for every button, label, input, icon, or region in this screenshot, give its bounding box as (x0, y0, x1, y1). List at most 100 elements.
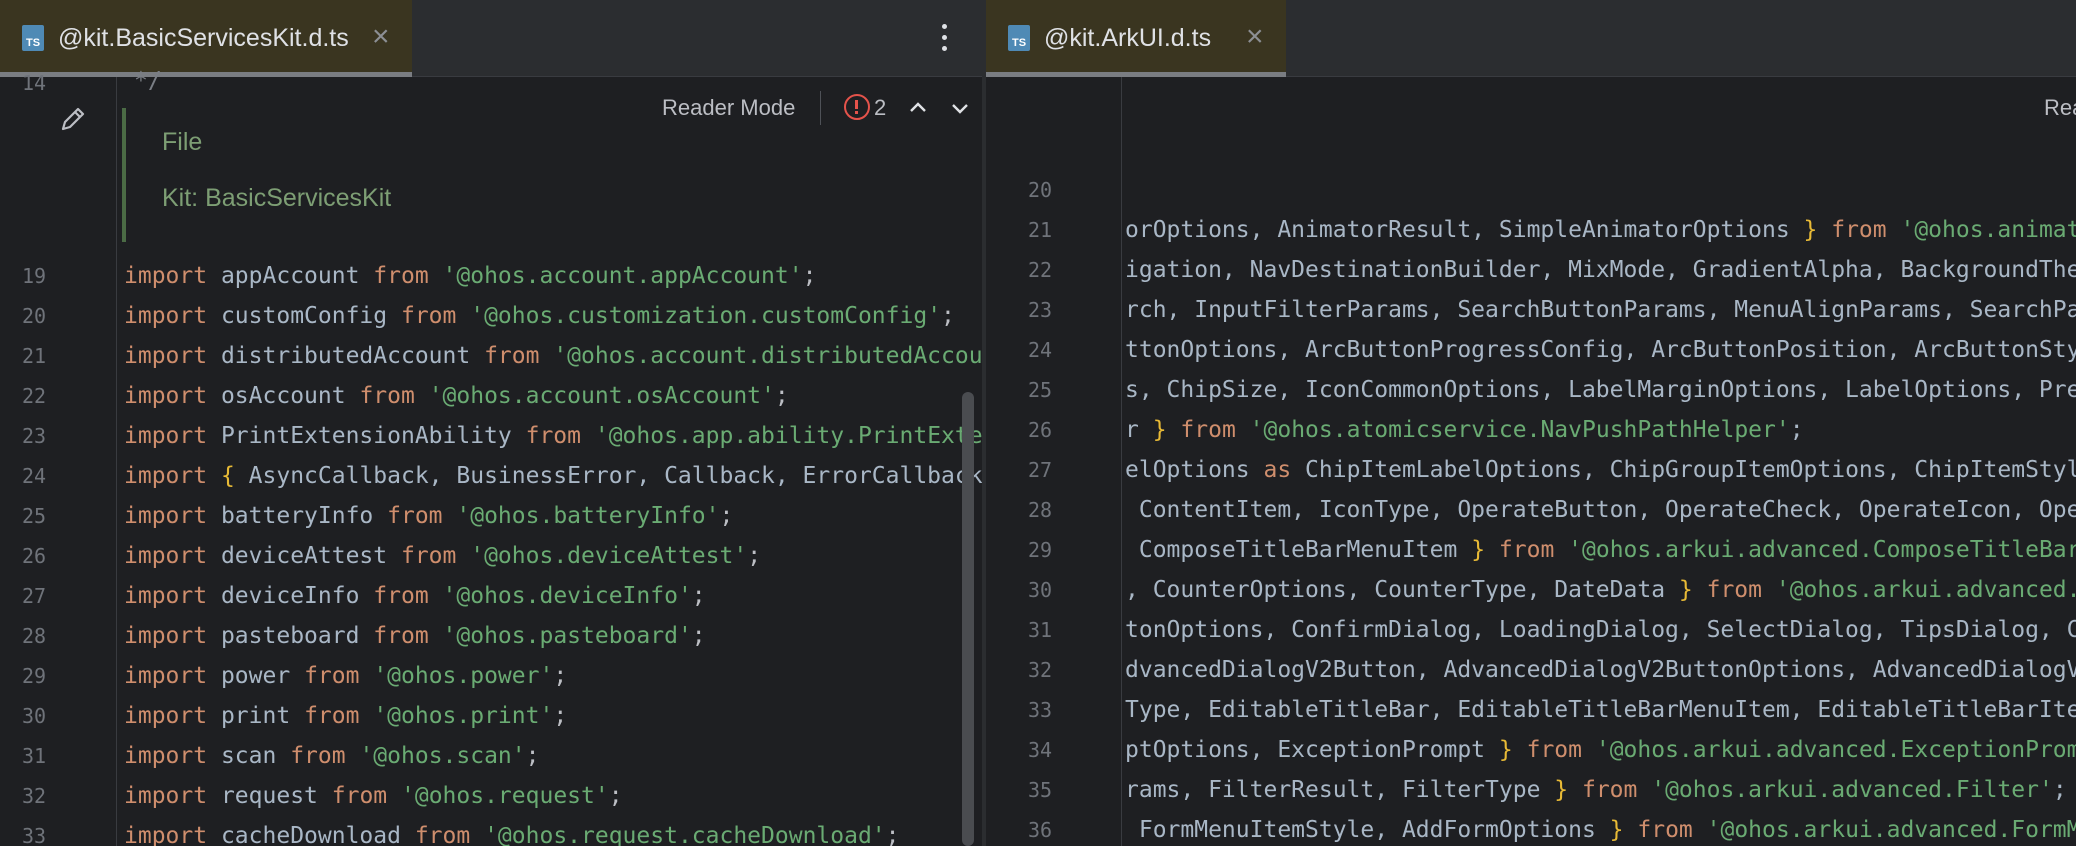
error-icon[interactable] (844, 94, 870, 120)
code-text[interactable]: import request from '@ohos.request'; (124, 776, 623, 816)
keyword-import: import (124, 343, 208, 369)
identifier: deviceInfo (220, 583, 360, 609)
code-text[interactable]: FormMenuItemStyle, AddFormOptions } from… (1125, 810, 2076, 846)
error-count[interactable]: 2 (874, 86, 886, 130)
module-string: '@ohos.print' (373, 703, 554, 729)
code-text[interactable]: s, ChipSize, IconCommonOptions, LabelMar… (1125, 370, 2076, 410)
line-number: 22 (22, 384, 47, 408)
module-string: '@ohos.account.osAccount' (428, 383, 775, 409)
keyword-from: from (525, 423, 581, 449)
code-text[interactable]: import print from '@ohos.print'; (124, 696, 567, 736)
code-text[interactable]: rams, FilterResult, FilterType } from '@… (1125, 770, 2067, 810)
module-string: '@ohos.power' (373, 663, 554, 689)
line-number: 25 (1028, 378, 1053, 402)
identifier: PrintExtensionAbility (220, 423, 512, 449)
code-text[interactable]: ComposeTitleBarMenuItem } from '@ohos.ar… (1125, 530, 2076, 570)
pencil-icon[interactable] (58, 104, 88, 134)
keyword-from: from (414, 823, 471, 846)
semicolon: ; (941, 303, 955, 329)
line-number: 32 (22, 784, 47, 808)
line-number: 31 (1028, 618, 1053, 642)
code-text[interactable]: r } from '@ohos.atomicservice.NavPushPat… (1125, 410, 1804, 450)
line-number: 21 (1028, 218, 1053, 242)
keyword-import: import (124, 743, 208, 769)
keyword-import: import (124, 823, 208, 846)
line-number: 27 (22, 584, 47, 608)
semicolon: ; (885, 823, 900, 846)
keyword-from: from (373, 263, 429, 289)
code-text[interactable]: , CounterOptions, CounterType, DateData … (1125, 570, 2076, 610)
line-number: 32 (1028, 658, 1053, 682)
svg-text:TS: TS (1012, 37, 1026, 49)
line-number: 24 (22, 464, 47, 488)
module-string: '@ohos.app.ability.PrintExtensio (594, 423, 982, 449)
code-text[interactable]: import osAccount from '@ohos.account.osA… (124, 376, 789, 416)
code-text[interactable]: import customConfig from '@ohos.customiz… (124, 296, 955, 336)
line-number: 27 (1028, 458, 1053, 482)
tab-basic-services-kit[interactable]: TS @kit.BasicServicesKit.d.ts × (0, 0, 412, 77)
code-text[interactable]: dvancedDialogV2Button, AdvancedDialogV2B… (1125, 650, 2076, 690)
semicolon: ; (719, 503, 734, 529)
keyword-from: from (373, 623, 429, 649)
gutter-divider (1121, 77, 1122, 846)
line-number: 33 (1028, 698, 1053, 722)
close-icon[interactable]: × (1246, 0, 1264, 74)
reader-mode-button[interactable]: Reader Mode (662, 86, 795, 130)
vertical-scrollbar[interactable] (962, 392, 974, 846)
identifier: print (220, 703, 291, 729)
line-number: 20 (22, 304, 47, 328)
code-text[interactable]: ptOptions, ExceptionPrompt } from '@ohos… (1125, 730, 2076, 770)
keyword-from: from (400, 303, 457, 329)
code-text[interactable]: ContentItem, IconType, OperateButton, Op… (1125, 490, 2076, 530)
code-text[interactable]: Type, EditableTitleBar, EditableTitleBar… (1125, 690, 2076, 730)
code-text[interactable]: import scan from '@ohos.scan'; (124, 736, 539, 776)
code-text[interactable]: import pasteboard from '@ohos.pasteboard… (124, 616, 706, 656)
identifier: cacheDownload (220, 823, 401, 846)
code-text[interactable]: rch, InputFilterParams, SearchButtonPara… (1125, 290, 2076, 330)
module-string: '@ohos.account.appAccount' (442, 263, 803, 289)
code-text[interactable]: igation, NavDestinationBuilder, MixMode,… (1125, 250, 2076, 290)
right-tab-bar: TS @kit.ArkUI.d.ts × (986, 0, 2076, 77)
keyword-from: from (387, 503, 443, 529)
keyword-from: from (304, 703, 360, 729)
keyword-from: from (290, 743, 346, 769)
semicolon: ; (608, 783, 623, 809)
code-text[interactable]: import appAccount from '@ohos.account.ap… (124, 256, 816, 296)
more-vertical-icon[interactable] (932, 20, 956, 56)
code-text[interactable]: orOptions, AnimatorResult, SimpleAnimato… (1125, 210, 2076, 250)
svg-text:TS: TS (26, 37, 40, 49)
code-text[interactable]: import power from '@ohos.power'; (124, 656, 567, 696)
gutter-divider (116, 77, 117, 846)
identifier: deviceAttest (220, 543, 388, 569)
code-text[interactable]: import deviceInfo from '@ohos.deviceInfo… (124, 576, 706, 616)
module-string: '@ohos.customization.customConfig' (470, 303, 942, 329)
semicolon: ; (774, 383, 789, 409)
keyword-from: from (331, 783, 388, 809)
code-text[interactable]: import deviceAttest from '@ohos.deviceAt… (124, 536, 761, 576)
module-string: '@ohos.scan' (359, 743, 526, 769)
chevron-up-icon[interactable] (902, 86, 934, 130)
ide-window: TS @kit.BasicServicesKit.d.ts × 14 */ Fi… (0, 0, 2076, 846)
code-text[interactable]: import PrintExtensionAbility from '@ohos… (124, 416, 982, 456)
keyword-from: from (304, 663, 360, 689)
chevron-down-icon[interactable] (944, 86, 976, 130)
doc-line-file: File (162, 128, 203, 156)
code-text[interactable]: import distributedAccount from '@ohos.ac… (124, 336, 982, 376)
line-number: 28 (22, 624, 47, 648)
reader-mode-button[interactable]: Rea (2044, 86, 2076, 130)
code-text[interactable]: tonOptions, ConfirmDialog, LoadingDialog… (1125, 610, 2076, 650)
code-text[interactable]: import { AsyncCallback, BusinessError, C… (124, 456, 982, 496)
line-number: 28 (1028, 498, 1053, 522)
keyword-import: import (124, 783, 208, 809)
tab-arkui[interactable]: TS @kit.ArkUI.d.ts × (986, 0, 1286, 77)
code-text[interactable]: import batteryInfo from '@ohos.batteryIn… (124, 496, 733, 536)
module-string: '@ohos.batteryInfo' (456, 503, 720, 529)
code-text[interactable]: elOptions as ChipItemLabelOptions, ChipG… (1125, 450, 2076, 490)
line-number: 30 (1028, 578, 1053, 602)
right-editor-pane: TS @kit.ArkUI.d.ts × Rea 20 21 orOptions, … (986, 0, 2076, 846)
line-number: 31 (22, 744, 47, 768)
close-icon[interactable]: × (372, 0, 390, 74)
open-brace: { (220, 463, 235, 489)
code-text[interactable]: ttonOptions, ArcButtonProgressConfig, Ar… (1125, 330, 2076, 370)
code-text[interactable]: import cacheDownload from '@ohos.request… (124, 816, 900, 846)
